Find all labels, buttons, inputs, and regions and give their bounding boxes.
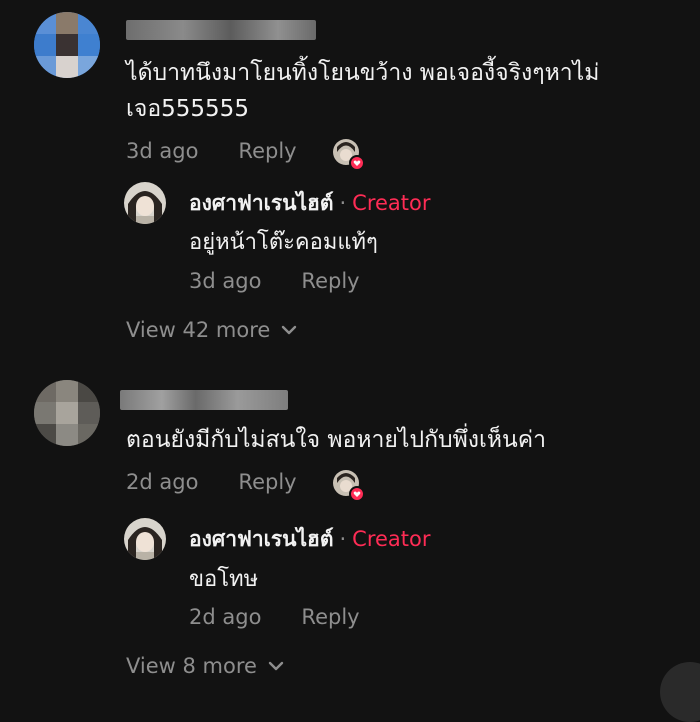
comment-timestamp: 2d ago [126, 470, 199, 494]
chevron-down-icon [282, 325, 297, 335]
reply-author-name[interactable]: องศาฟาเรนไฮต์ [189, 527, 333, 551]
chevron-down-icon [268, 661, 284, 671]
comment-text-line: ได้บาทนึงมาโยนทิ้งโยนขว้าง พอเจองี้จริงๆ… [126, 60, 600, 86]
commenter-avatar[interactable] [34, 12, 100, 78]
creator-avatar[interactable] [124, 518, 166, 560]
comment-meta: 2d ago Reply [126, 470, 297, 494]
creator-liked-icon [333, 470, 365, 502]
reply-author-name[interactable]: องศาฟาเรนไฮต์ [189, 191, 333, 215]
reply-meta: 2d ago Reply [189, 605, 360, 629]
reply-meta: 3d ago Reply [189, 269, 360, 293]
reply-text: อยู่หน้าโต๊ะคอมแท้ๆ [189, 230, 378, 255]
commenter-name-redacted[interactable] [126, 20, 316, 40]
comment-meta: 3d ago Reply [126, 139, 297, 163]
creator-liked-icon [333, 139, 365, 171]
separator-dot: · [339, 191, 347, 215]
view-more-replies-button[interactable]: View 42 more [126, 318, 298, 342]
scroll-button[interactable] [660, 662, 700, 722]
creator-badge: Creator [352, 527, 431, 551]
view-more-label: View 8 more [126, 654, 257, 678]
comment-text-line: ตอนยังมีกับไม่สนใจ พอหายไปกับพึ่งเห็นค่า [126, 427, 547, 453]
view-more-replies-button[interactable]: View 8 more [126, 654, 285, 678]
creator-badge: Creator [352, 191, 431, 215]
reply-timestamp: 2d ago [189, 605, 262, 629]
reply-author-line: องศาฟาเรนไฮต์ · Creator [189, 187, 431, 220]
reply-button[interactable]: Reply [301, 605, 359, 629]
commenter-name-redacted[interactable] [120, 390, 288, 410]
reply-button[interactable]: Reply [238, 470, 296, 494]
reply-button[interactable]: Reply [301, 269, 359, 293]
reply-timestamp: 3d ago [189, 269, 262, 293]
view-more-label: View 42 more [126, 318, 271, 342]
separator-dot: · [339, 527, 347, 551]
comment-timestamp: 3d ago [126, 139, 199, 163]
reply-author-line: องศาฟาเรนไฮต์ · Creator [189, 523, 431, 556]
commenter-avatar[interactable] [34, 380, 100, 446]
reply-button[interactable]: Reply [238, 139, 296, 163]
creator-avatar[interactable] [124, 182, 166, 224]
comment-text-line: เจอ555555 [126, 96, 249, 122]
reply-text: ขอโทษ [189, 567, 259, 592]
